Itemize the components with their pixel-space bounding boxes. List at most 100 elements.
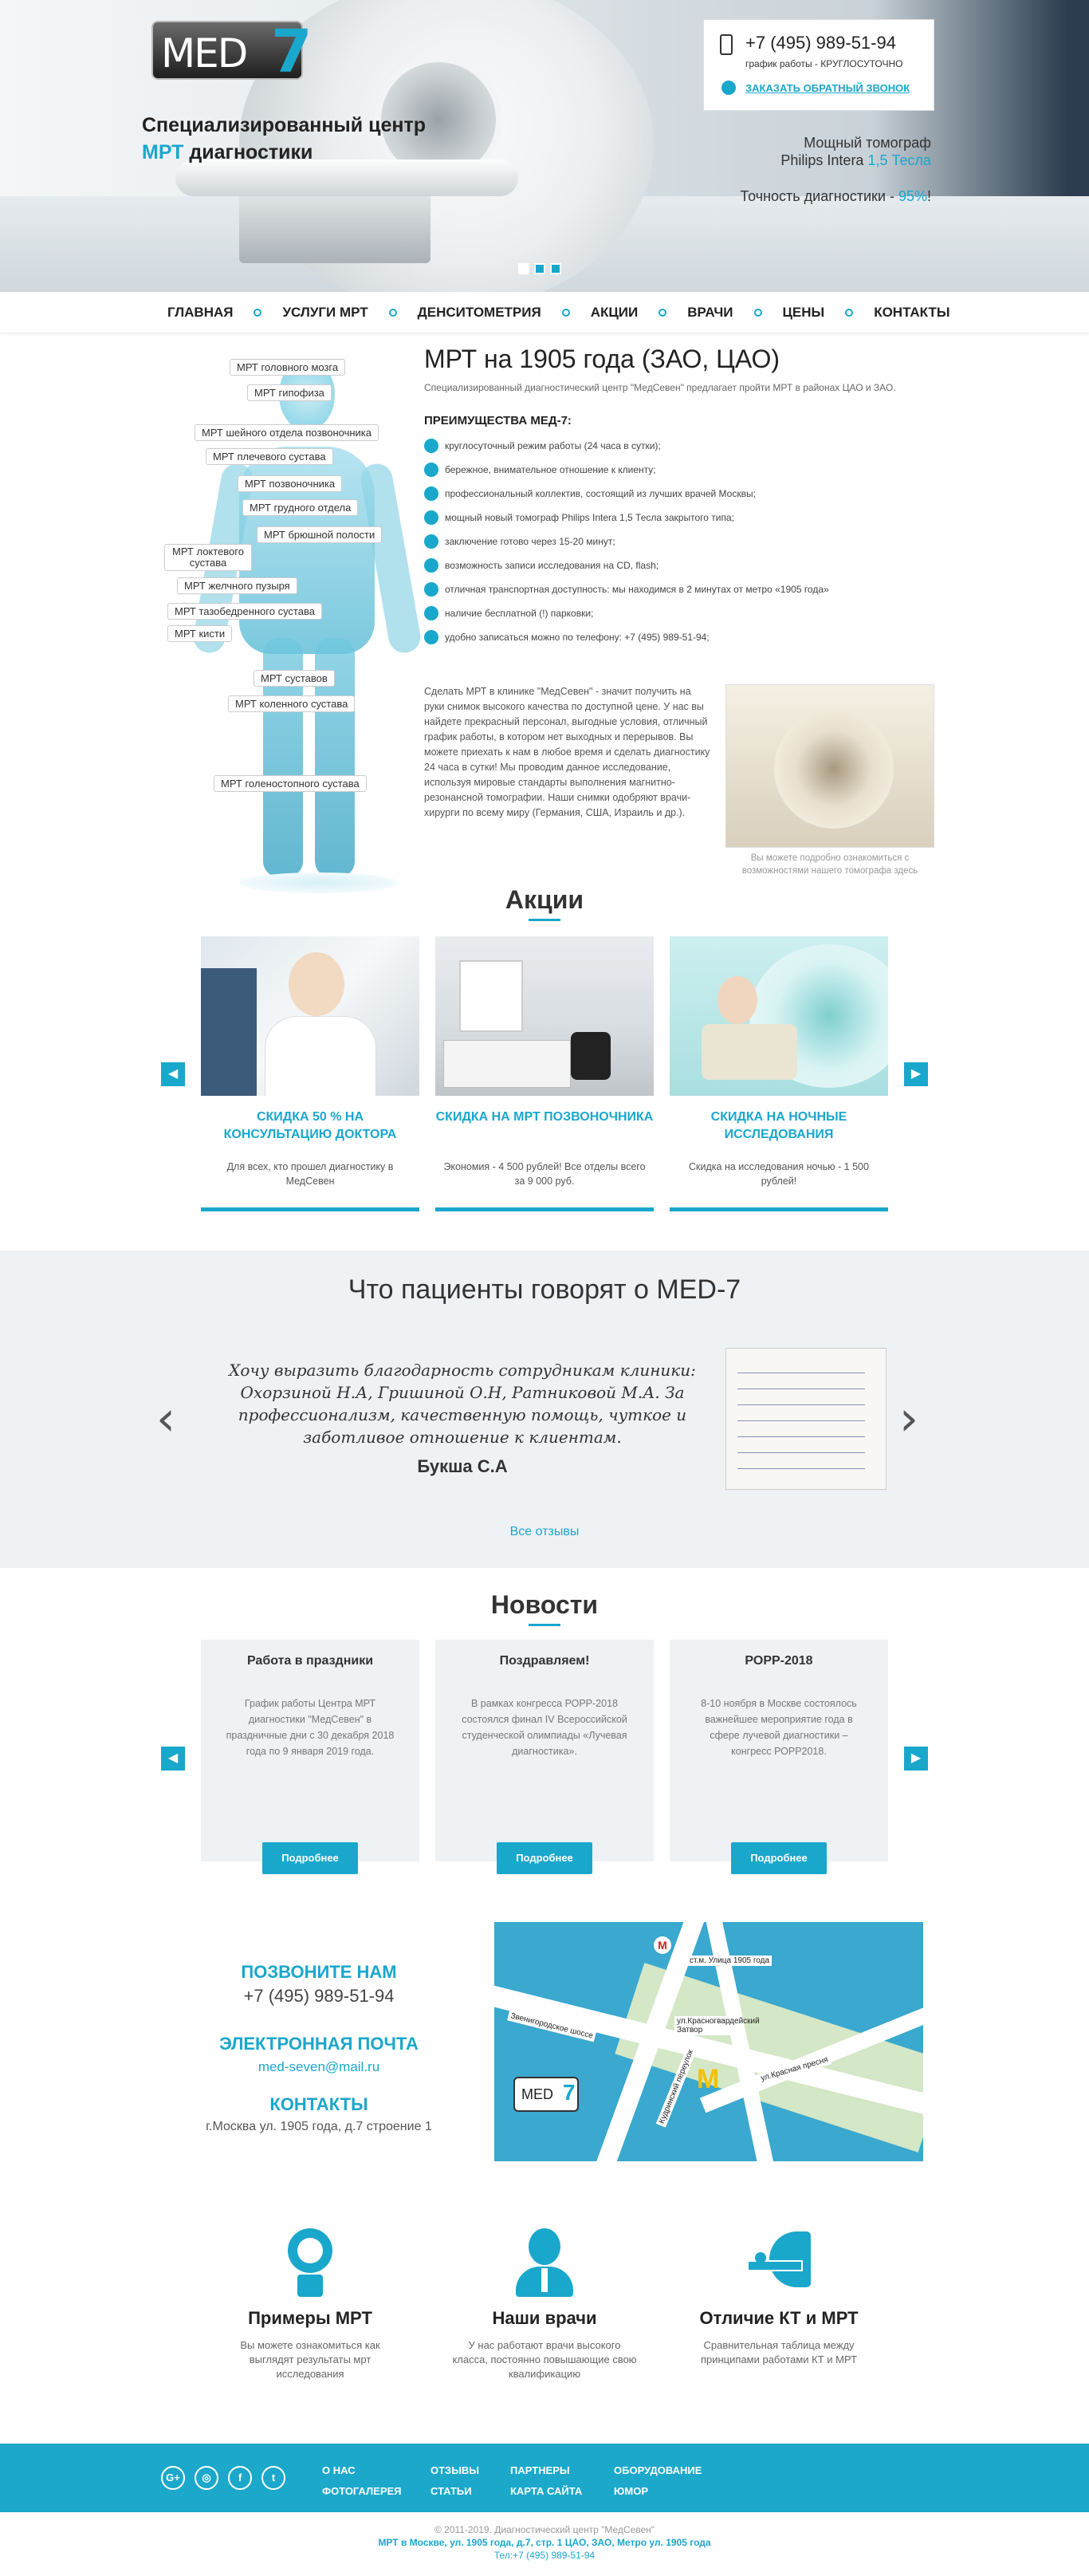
- feature-our-doctors[interactable]: Наши врачи У нас работают врачи высокого…: [435, 2228, 654, 2381]
- feature-title: Наши врачи: [492, 2308, 597, 2328]
- body-tag[interactable]: МРТ голеностопного сустава: [214, 775, 367, 792]
- footer-link-humor[interactable]: ЮМОР: [614, 2485, 648, 2497]
- tomograph-caption[interactable]: Вы можете подробно ознакомиться с возмож…: [725, 852, 934, 877]
- nav-item-promos[interactable]: АКЦИИ: [561, 305, 638, 321]
- news-card: Работа в праздники График работы Центра …: [201, 1640, 419, 1874]
- feature-mri-examples[interactable]: Примеры МРТ Вы можете ознакомиться как в…: [201, 2228, 419, 2381]
- nav-item-prices[interactable]: ЦЕНЫ: [753, 305, 824, 321]
- intro-lead: Специализированный диагностический центр…: [424, 382, 896, 393]
- promo-text: Скидка на исследования ночью - 1 500 руб…: [689, 1161, 869, 1187]
- news-card-title[interactable]: Поздравляем!: [435, 1654, 654, 1668]
- tomograph-photo[interactable]: [725, 684, 934, 848]
- slider-dot-2[interactable]: [534, 263, 545, 274]
- doctor-colleague: [201, 968, 257, 1096]
- all-reviews-link[interactable]: Все отзывы: [0, 1525, 1089, 1539]
- news-more-button[interactable]: Подробнее: [262, 1842, 358, 1874]
- promo-card[interactable]: СКИДКА 50 % НА КОНСУЛЬТАЦИЮ ДОКТОРА Для …: [201, 936, 419, 1212]
- map-label: ул.Красногвардейский Затвор: [674, 2016, 760, 2035]
- location-map[interactable]: ст.м. Улица 1905 года Звенигородское шос…: [494, 1922, 923, 2161]
- tomograph-info: Мощный томограф Philips Intera 1,5 Тесла: [780, 134, 931, 169]
- body-tag[interactable]: МРТ грудного отдела: [242, 499, 359, 516]
- accuracy-label: Точность диагностики -: [740, 188, 898, 204]
- room-desk: [443, 1040, 571, 1088]
- news-more-button[interactable]: Подробнее: [497, 1842, 592, 1874]
- site-logo[interactable]: MED 7: [151, 18, 335, 86]
- nav-label: КОНТАКТЫ: [874, 305, 950, 320]
- contacts-block: ПОЗВОНИТЕ НАМ +7 (495) 989-51-94 ЭЛЕКТРО…: [159, 1962, 478, 2134]
- advantages-title: ПРЕИМУЩЕСТВА МЕД-7:: [424, 414, 572, 427]
- promo-card[interactable]: СКИДКА НА МРТ ПОЗВОНОЧНИКА Экономия - 4 …: [435, 936, 654, 1212]
- news-next-button[interactable]: ▶: [904, 1747, 928, 1771]
- news-card-title[interactable]: РОРР-2018: [670, 1654, 888, 1668]
- clock-icon: [424, 439, 438, 453]
- nav-item-doctors[interactable]: ВРАЧИ: [659, 305, 733, 321]
- slider-dot-3[interactable]: [550, 263, 561, 274]
- promos-next-button[interactable]: ▶: [904, 1062, 928, 1086]
- letter-line: [737, 1468, 865, 1469]
- news-card-title[interactable]: Работа в праздники: [201, 1654, 419, 1668]
- body-tag[interactable]: МРТ брюшной полости: [257, 526, 383, 543]
- nav-item-contacts[interactable]: КОНТАКТЫ: [845, 305, 950, 321]
- promos-prev-button[interactable]: ◀: [161, 1062, 185, 1086]
- body-tag[interactable]: МРТ суставов: [254, 670, 335, 687]
- callback-link[interactable]: ЗАКАЗАТЬ ОБРАТНЫЙ ЗВОНОК: [745, 82, 910, 94]
- copyright-text: © 2011-2019. Диагностический центр "МедС…: [434, 2524, 655, 2535]
- metro-icon: [424, 582, 438, 597]
- nav-separator-icon: [388, 309, 397, 317]
- slider-dot-1[interactable]: [518, 263, 529, 274]
- intro-text: Сделать МРТ в клинике "МедСевен" - значи…: [424, 686, 710, 818]
- header-phone[interactable]: +7 (495) 989-51-94: [745, 33, 896, 53]
- footer-link-articles[interactable]: СТАТЬИ: [430, 2485, 472, 2497]
- footer-link-sitemap[interactable]: КАРТА САЙТА: [510, 2485, 582, 2497]
- parking-icon: [424, 606, 438, 620]
- phone-icon: [720, 34, 733, 55]
- body-tag[interactable]: МРТ локтевого сустава: [164, 544, 252, 571]
- feature-title: Отличие КТ и МРТ: [699, 2308, 859, 2328]
- footer-link-gallery[interactable]: ФОТОГАЛЕРЕЯ: [322, 2485, 402, 2497]
- logo-text: MED: [161, 30, 248, 77]
- doctor-icon-tie: [541, 2268, 548, 2292]
- footer-link-equipment[interactable]: ОБОРУДОВАНИЕ: [614, 2464, 702, 2476]
- body-tag[interactable]: МРТ желчного пузыря: [177, 577, 297, 594]
- google-plus-icon[interactable]: G+: [161, 2466, 185, 2490]
- metro-icon: M: [654, 1936, 671, 1954]
- body-tag[interactable]: МРТ головного мозга: [230, 359, 346, 376]
- instagram-icon[interactable]: ◎: [195, 2466, 218, 2490]
- body-tag[interactable]: МРТ плечевого сустава: [206, 448, 333, 465]
- advantage-item: профессиональный коллектив, состоящий из…: [424, 482, 934, 506]
- nav-item-home[interactable]: ГЛАВНАЯ: [167, 305, 233, 321]
- contact-email[interactable]: med-seven@mail.ru: [159, 2059, 478, 2075]
- doctor-icon-head: [529, 2228, 560, 2265]
- body-tag[interactable]: МРТ кисти: [167, 625, 233, 642]
- reviews-next-icon[interactable]: ›: [899, 1391, 918, 1447]
- footer-phone[interactable]: Тел:+7 (495) 989-51-94: [0, 2549, 1089, 2562]
- body-tag[interactable]: МРТ шейного отдела позвоночника: [195, 424, 379, 441]
- body-tag[interactable]: МРТ тазобедренного сустава: [167, 603, 322, 620]
- reviews-section: Что пациенты говорят о MED-7 ‹ › Хочу вы…: [0, 1251, 1089, 1568]
- review-letter-image[interactable]: [725, 1348, 887, 1490]
- body-tag[interactable]: МРТ коленного сустава: [228, 695, 356, 712]
- advantage-item: бережное, внимательное отношение к клиен…: [424, 458, 934, 482]
- hero-title-line1: Специализированный центр: [142, 114, 426, 136]
- letter-line: [737, 1436, 865, 1437]
- advantage-item: заключение готово через 15-20 минут;: [424, 530, 934, 553]
- footer-link-about[interactable]: О НАС: [322, 2464, 356, 2476]
- news-prev-button[interactable]: ◀: [161, 1747, 185, 1771]
- advantage-item: отличная транспортная доступность: мы на…: [424, 577, 934, 601]
- footer-link-reviews[interactable]: ОТЗЫВЫ: [430, 2464, 479, 2476]
- news-more-button[interactable]: Подробнее: [731, 1842, 827, 1874]
- footer-address: МРТ в Москве, ул. 1905 года, д.7, стр. 1…: [378, 2537, 711, 2548]
- facebook-icon[interactable]: f: [228, 2466, 252, 2490]
- twitter-icon[interactable]: t: [261, 2466, 285, 2490]
- footer-link-partners[interactable]: ПАРТНЕРЫ: [510, 2464, 570, 2476]
- nav-item-densitometry[interactable]: ДЕНСИТОМЕТРИЯ: [388, 305, 541, 321]
- contact-phone[interactable]: +7 (495) 989-51-94: [159, 1986, 478, 2007]
- nav-separator-icon: [659, 309, 667, 317]
- body-tag[interactable]: МРТ позвоночника: [238, 475, 343, 492]
- reviews-prev-icon[interactable]: ‹: [156, 1391, 175, 1447]
- nav-item-mri-services[interactable]: УСЛУГИ МРТ: [254, 305, 368, 321]
- feature-ct-vs-mri[interactable]: Отличие КТ и МРТ Сравнительная таблица м…: [670, 2228, 888, 2367]
- promo-bar: [670, 1207, 888, 1211]
- promo-card[interactable]: СКИДКА НА НОЧНЫЕ ИССЛЕДОВАНИЯ Скидка на …: [670, 936, 888, 1212]
- body-tag[interactable]: МРТ гипофиза: [247, 384, 332, 401]
